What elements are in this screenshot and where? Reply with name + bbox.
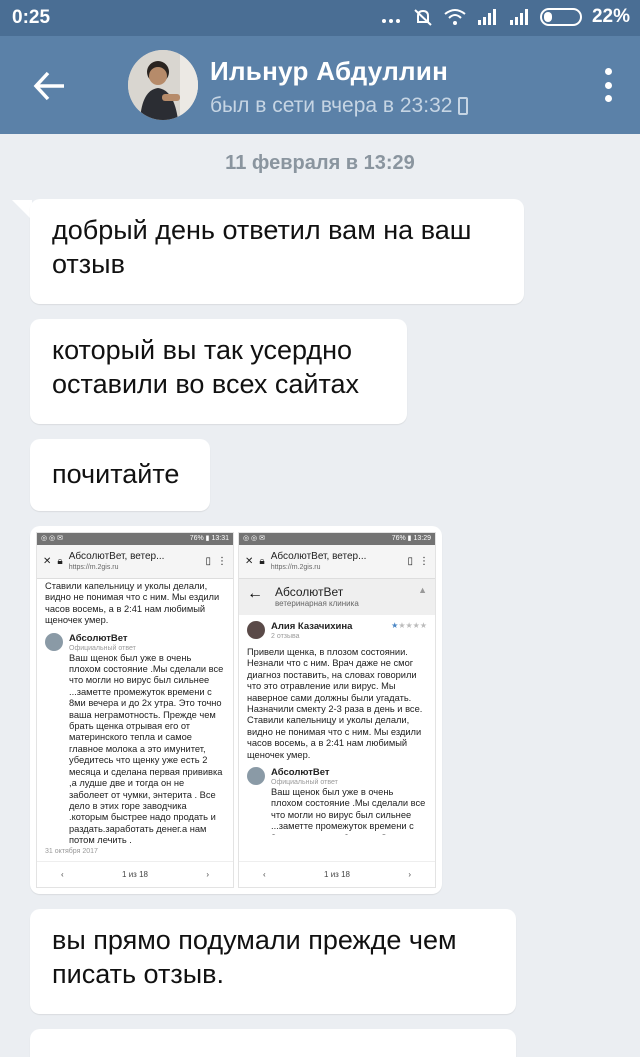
message-bubble[interactable]: который вы так усердно оставили во всех … xyxy=(30,319,407,424)
warning-icon: ▲ xyxy=(418,585,427,595)
message-text: который вы так усердно оставили во всех … xyxy=(52,335,360,399)
back-arrow-icon[interactable] xyxy=(30,66,70,106)
org-subtitle: ветеринарная клиника xyxy=(275,599,359,608)
reply-date: 31 октября 2017 xyxy=(45,848,98,855)
chevron-left-icon: ‹ xyxy=(61,870,64,879)
author-sub: Официальный ответ xyxy=(271,779,338,787)
pager-text: 1 из 18 xyxy=(324,870,350,879)
message-bubble[interactable]: вы прямо подумали прежде чем писать отзы… xyxy=(30,909,516,1014)
date-divider: 11 февраля в 13:29 xyxy=(225,152,415,174)
reviewer-name: Алия Казачихина xyxy=(271,621,353,632)
clinic-avatar xyxy=(45,632,63,651)
rating-stars-icon: ★★★★★ xyxy=(391,621,427,630)
screenshot-pager: ‹ 1 из 18 › xyxy=(239,861,435,887)
screenshot-status-bar: ◎ ◎ ✉ 76% ▮ 13:29 xyxy=(239,533,435,545)
reply-text: Ваш щенок был уже в очень плохом состоян… xyxy=(271,787,426,835)
mobile-icon xyxy=(458,97,469,115)
pager-text: 1 из 18 xyxy=(122,870,148,879)
status-time: 0:25 xyxy=(12,7,51,28)
attached-screenshot[interactable]: ◎ ◎ ✉ 76% ▮ 13:31 ✕ 🔒︎ АбсолютВет, ветер… xyxy=(36,532,234,888)
review-text: Привели щенка, в плозом состоянии. Незна… xyxy=(247,647,423,760)
avatar[interactable] xyxy=(128,50,198,120)
arrow-left-icon: ← xyxy=(247,585,263,602)
message-text: почитайте xyxy=(52,459,180,489)
author-name: АбсолютВет xyxy=(69,632,128,644)
screenshot-status-bar: ◎ ◎ ✉ 76% ▮ 13:31 xyxy=(37,533,233,545)
bubble-tail xyxy=(12,200,32,220)
chevron-right-icon: › xyxy=(408,870,411,879)
last-seen: был в сети вчера в 23:32 xyxy=(210,94,469,118)
close-icon: ✕ xyxy=(43,556,52,567)
reply-text: Ваш щенок был уже в очень плохом состоян… xyxy=(69,652,224,846)
author-name: АбсолютВет xyxy=(271,767,330,779)
org-title: АбсолютВет xyxy=(275,585,344,599)
kebab-icon: ⋮ xyxy=(217,556,227,567)
bookmark-icon: ▯ xyxy=(205,556,211,567)
chat-header: Ильнур Абдуллин был в сети вчера в 23:32 xyxy=(0,36,640,134)
avatar-photo-icon xyxy=(128,50,198,120)
page-title: АбсолютВет, ветер... xyxy=(270,550,367,562)
battery-icon xyxy=(539,8,582,26)
signal-icon-2 xyxy=(509,9,528,25)
more-dots-icon xyxy=(381,19,400,23)
message-bubble[interactable]: почитайте xyxy=(30,439,210,511)
reviewer: Алия Казачихина 2 отзыва ★★★★★ xyxy=(239,615,435,641)
clinic-avatar xyxy=(247,767,265,786)
image-message[interactable]: ◎ ◎ ✉ 76% ▮ 13:31 ✕ 🔒︎ АбсолютВет, ветер… xyxy=(30,526,442,894)
wifi-icon xyxy=(444,9,466,25)
chevron-left-icon: ‹ xyxy=(263,870,266,879)
menu-more-icon[interactable] xyxy=(604,68,612,102)
org-header: ← АбсолютВет ветеринарная клиника ▲ xyxy=(239,579,435,615)
attached-screenshot[interactable]: ◎ ◎ ✉ 76% ▮ 13:29 ✕ 🔒︎ АбсолютВет, ветер… xyxy=(238,532,436,888)
page-url: https://m.2gis.ru xyxy=(270,563,321,571)
message-text: добрый день ответил вам на ваш отзыв xyxy=(52,215,472,279)
message-text: вы прямо подумали прежде чем писать отзы… xyxy=(52,925,457,989)
reviewer-avatar xyxy=(247,621,265,639)
reviewer-sub: 2 отзыва xyxy=(271,633,300,640)
bookmark-icon: ▯ xyxy=(407,556,413,567)
message-bubble-partial[interactable] xyxy=(30,1029,516,1057)
kebab-icon: ⋮ xyxy=(419,556,429,567)
page-url: https://m.2gis.ru xyxy=(68,563,119,571)
message-bubble[interactable]: добрый день ответил вам на ваш отзыв xyxy=(30,199,524,304)
reply-author: АбсолютВет Официальный ответ xyxy=(37,627,233,653)
signal-icon xyxy=(477,9,496,25)
status-icons: 22% xyxy=(380,6,630,28)
screenshot-url-bar: ✕ 🔒︎ АбсолютВет, ветер... https://m.2gis.… xyxy=(239,545,435,579)
page-title: АбсолютВет, ветер... xyxy=(68,550,165,562)
screenshot-url-bar: ✕ 🔒︎ АбсолютВет, ветер... https://m.2gis.… xyxy=(37,545,233,579)
review-text: Ставили капельницу и уколы делали, видно… xyxy=(45,581,220,626)
author-sub: Официальный ответ xyxy=(69,644,136,652)
screenshot-pager: ‹ 1 из 18 › xyxy=(37,861,233,887)
status-bar: 0:25 22% xyxy=(0,0,640,36)
mute-bell-icon xyxy=(414,9,432,26)
lock-icon: 🔒︎ xyxy=(57,556,63,567)
close-icon: ✕ xyxy=(245,556,254,567)
battery-percent: 22% xyxy=(591,6,630,27)
last-seen-text: был в сети вчера в 23:32 xyxy=(210,94,453,117)
contact-name[interactable]: Ильнур Абдуллин xyxy=(210,56,448,87)
chevron-right-icon: › xyxy=(206,870,209,879)
lock-icon: 🔒︎ xyxy=(259,556,265,567)
reply-author: АбсолютВет Официальный ответ xyxy=(239,761,435,787)
